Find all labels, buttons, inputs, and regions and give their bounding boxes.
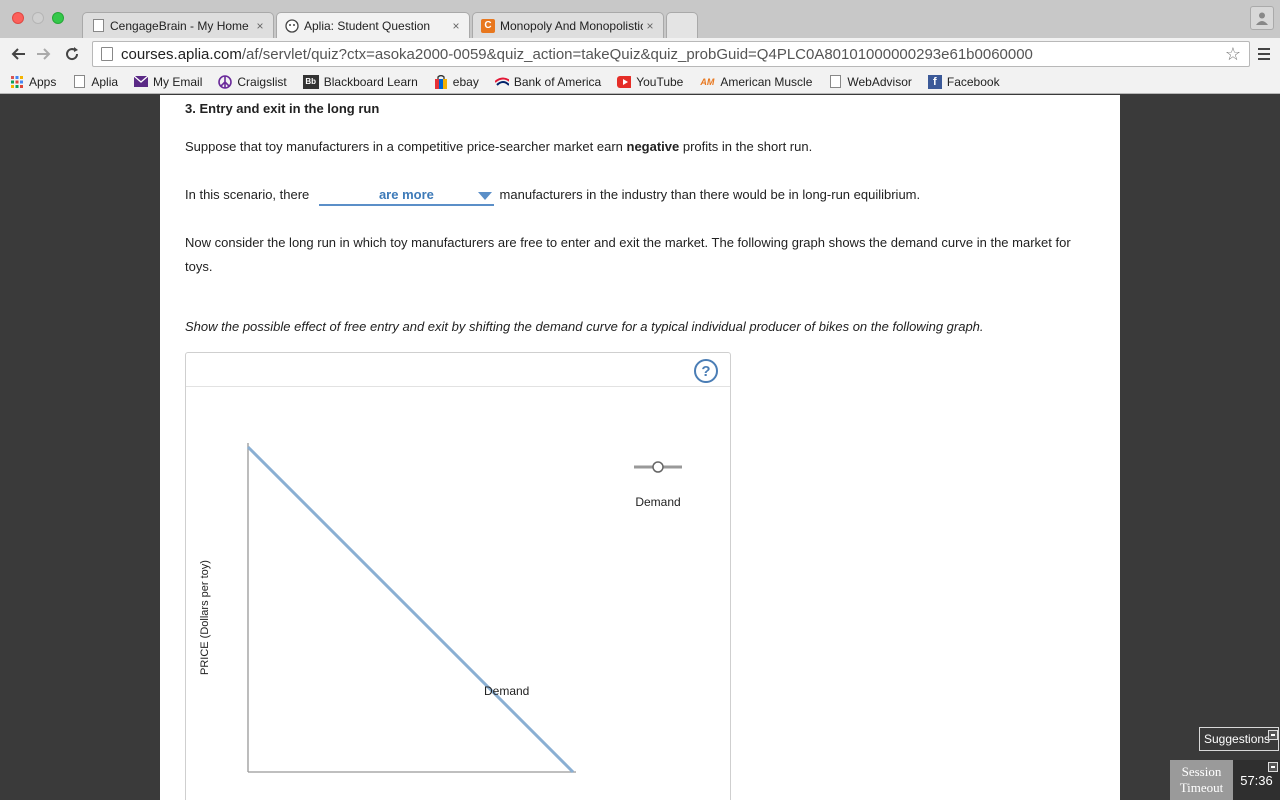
bookmark-facebook[interactable]: f Facebook — [927, 74, 1000, 89]
question-title: 3. Entry and exit in the long run — [185, 101, 380, 116]
page-icon — [72, 75, 86, 89]
bookmark-webadvisor[interactable]: WebAdvisor — [828, 74, 912, 89]
page-icon — [91, 19, 105, 33]
bookmark-label: Aplia — [91, 74, 119, 89]
am-logo-icon: AM — [700, 76, 715, 87]
bookmark-label: American Muscle — [720, 74, 813, 89]
facebook-icon: f — [927, 74, 942, 89]
tab-title: Monopoly And Monopolistic — [500, 18, 643, 33]
url-path: /af/servlet/quiz?ctx=asoka2000-0059&quiz… — [241, 45, 1033, 63]
bookmark-aplia[interactable]: Aplia — [72, 75, 118, 89]
emphasis-negative: negative — [626, 139, 680, 154]
bookmark-youtube[interactable]: YouTube — [617, 75, 683, 89]
y-axis-label: PRICE (Dollars per toy) — [199, 560, 211, 675]
tab-title: Aplia: Student Question — [304, 18, 431, 33]
blackboard-icon: Bb — [302, 74, 319, 89]
question-page: 3. Entry and exit in the long run Suppos… — [160, 95, 1120, 800]
bookmark-label: Facebook — [946, 74, 1000, 89]
tab-cengagebrain[interactable]: CengageBrain - My Home × — [82, 12, 274, 38]
help-button[interactable]: ? — [694, 359, 718, 383]
tab-aplia-student-question[interactable]: Aplia: Student Question × — [276, 12, 470, 38]
url-host: courses.aplia.com — [121, 45, 242, 63]
page-icon — [828, 75, 842, 89]
tab-strip: CengageBrain - My Home × Aplia: Student … — [0, 0, 1280, 38]
browser-menu-button[interactable] — [1252, 42, 1276, 66]
bookmark-label: My Email — [153, 74, 203, 89]
dropdown-selected-value: are more — [378, 187, 434, 202]
graph-header: ? — [186, 353, 730, 387]
person-icon — [1256, 12, 1268, 25]
new-tab-button[interactable] — [666, 12, 698, 38]
bookmark-label: Bank of America — [513, 74, 602, 89]
legend-demand-tool[interactable]: Demand — [634, 461, 682, 509]
bookmarks-bar: Apps Aplia My Email Craigslist Bb Blackb… — [0, 70, 1280, 94]
minimize-window-button[interactable] — [32, 12, 44, 24]
answer-dropdown[interactable]: are more — [318, 186, 494, 206]
apps-grid-icon — [10, 75, 24, 89]
bank-flag-icon — [494, 75, 509, 89]
bookmark-label: Blackboard Learn — [323, 74, 418, 89]
demand-graph: Demand PRICE (Dollars per toy) Demand — [199, 443, 682, 774]
legend-label: Demand — [635, 495, 680, 509]
bookmark-label: Craigslist — [237, 74, 287, 89]
shopping-bag-icon — [434, 74, 448, 89]
browser-toolbar: courses.aplia.com/af/servlet/quiz?ctx=as… — [0, 38, 1280, 70]
graph-instruction: Show the possible effect of free entry a… — [185, 319, 984, 334]
maximize-window-button[interactable] — [52, 12, 64, 24]
chevron-down-icon — [477, 192, 492, 200]
session-timeout-label: Session Timeout — [1170, 760, 1233, 800]
minimize-session-icon[interactable] — [1268, 762, 1278, 772]
arrow-left-icon — [11, 48, 25, 60]
suggestions-button[interactable]: Suggestions — [1199, 727, 1279, 751]
bookmark-label: ebay — [452, 74, 479, 89]
question-paragraph-1: Suppose that toy manufacturers in a comp… — [185, 139, 813, 154]
aplia-icon — [285, 18, 299, 33]
close-tab-icon[interactable]: × — [449, 19, 463, 33]
mail-icon — [134, 75, 149, 89]
bookmark-apps[interactable]: Apps — [10, 75, 56, 89]
bookmark-ebay[interactable]: ebay — [434, 74, 479, 89]
tab-title: CengageBrain - My Home — [110, 18, 249, 33]
address-bar[interactable]: courses.aplia.com/af/servlet/quiz?ctx=as… — [92, 41, 1250, 67]
close-tab-icon[interactable]: × — [253, 19, 267, 33]
bookmark-american-muscle[interactable]: AM American Muscle — [699, 75, 812, 89]
hamburger-icon — [1258, 48, 1270, 50]
demand-curve[interactable] — [246, 445, 575, 774]
minimize-suggestions-icon[interactable] — [1268, 730, 1278, 740]
bookmark-label: WebAdvisor — [847, 74, 912, 89]
bookmark-my-email[interactable]: My Email — [134, 75, 202, 89]
bookmark-bank-of-america[interactable]: Bank of America — [494, 74, 602, 89]
bookmark-label: Apps — [29, 74, 57, 89]
bookmark-craigslist[interactable]: Craigslist — [218, 74, 287, 89]
back-button[interactable] — [6, 42, 30, 66]
reload-button[interactable] — [60, 42, 84, 66]
bookmark-label: YouTube — [636, 74, 684, 89]
arrow-right-icon — [37, 48, 51, 60]
profile-button[interactable] — [1250, 6, 1274, 30]
legend-handle-icon[interactable] — [652, 461, 664, 473]
reload-icon — [66, 47, 79, 61]
bookmark-star-icon[interactable]: ☆ — [1225, 44, 1241, 65]
demand-curve-label: Demand — [484, 684, 529, 698]
question-paragraph-2: In this scenario, there are more manufac… — [185, 183, 920, 207]
session-timeout-widget: Session Timeout 57:36 — [1170, 760, 1280, 800]
peace-icon — [218, 74, 233, 89]
page-info-icon[interactable] — [101, 47, 113, 61]
graph-panel: ? Demand PRICE (Dollars per toy) Demand — [185, 352, 731, 800]
cengage-icon: C — [481, 18, 495, 33]
youtube-icon — [617, 75, 632, 89]
question-paragraph-3: Now consider the long run in which toy m… — [185, 235, 1071, 274]
close-tab-icon[interactable]: × — [643, 19, 657, 33]
forward-button[interactable] — [32, 42, 56, 66]
tab-monopoly[interactable]: C Monopoly And Monopolistic × — [472, 12, 664, 38]
close-window-button[interactable] — [12, 12, 24, 24]
bookmark-blackboard[interactable]: Bb Blackboard Learn — [302, 74, 418, 89]
